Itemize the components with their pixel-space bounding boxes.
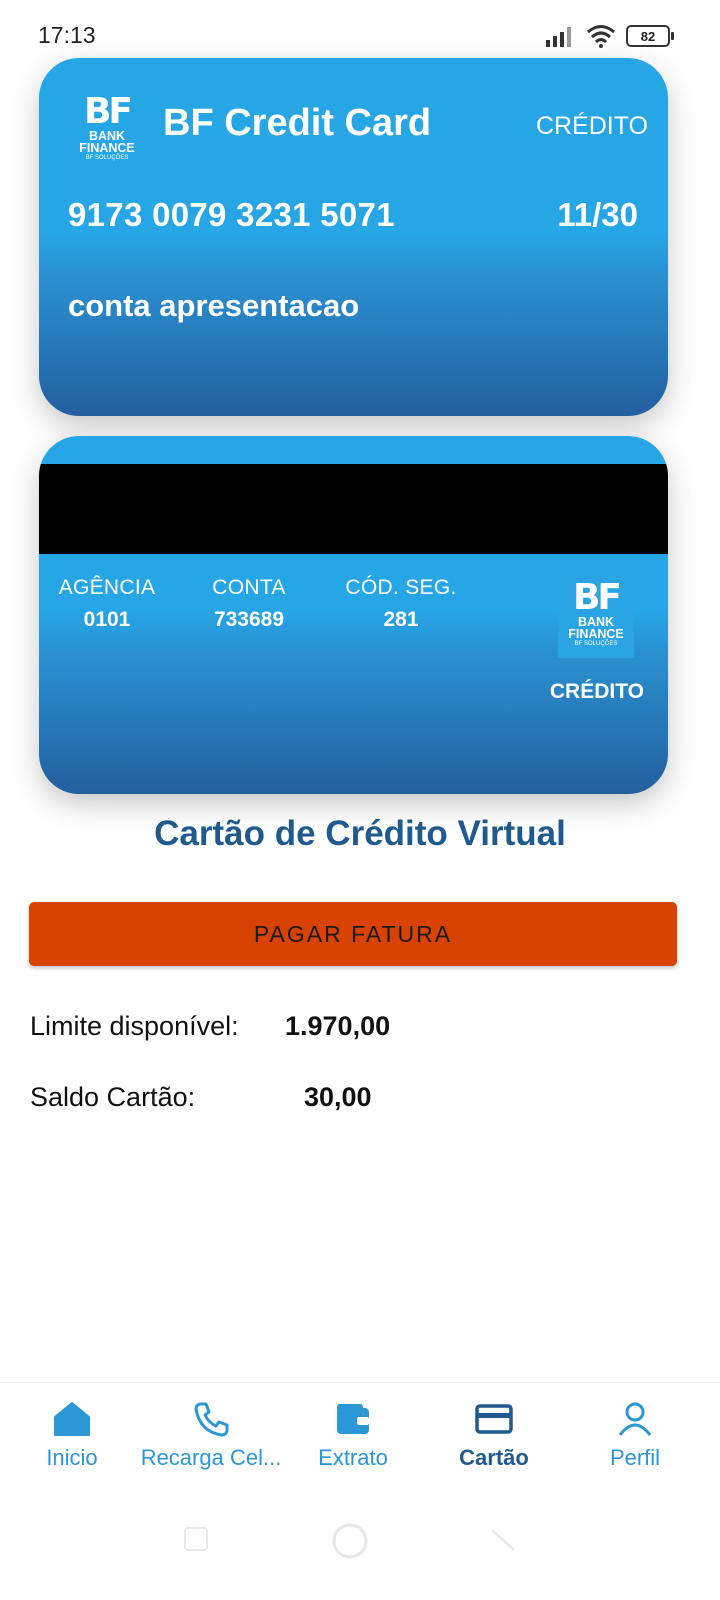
phone-icon (194, 1402, 229, 1437)
card-holder: conta apresentacao (68, 288, 360, 323)
credit-card-icon (475, 1404, 513, 1434)
logo-tagline: BF SOLUÇÕES (574, 641, 618, 647)
back-icon[interactable] (490, 1526, 516, 1557)
system-navigation (0, 1500, 720, 1600)
bank-logo: BF BANK FINANCE BF SOLUÇÕES (79, 94, 135, 162)
conta-label: CONTA (212, 576, 286, 599)
card-expiry: 11/30 (557, 196, 638, 233)
logo-monogram: BF (83, 91, 133, 132)
bottom-navigation: Inicio Recarga Cel... Extrato Cartão Per… (0, 1382, 720, 1493)
nav-label: Extrato (318, 1445, 388, 1470)
security-code-label: CÓD. SEG. (345, 576, 457, 599)
wifi-icon (587, 25, 615, 48)
available-limit-row: Limite disponível: 1.970,00 (30, 1011, 390, 1042)
bank-logo: BF BANK FINANCE BF SOLUÇÕES (558, 576, 634, 658)
logo-name: BANK FINANCE (79, 129, 135, 155)
agencia-label: AGÊNCIA (58, 576, 156, 599)
card-balance-label: Saldo Cartão: (30, 1082, 196, 1112)
status-time: 17:13 (38, 22, 96, 48)
agencia-value: 0101 (83, 608, 131, 631)
security-code-value: 281 (383, 608, 419, 631)
available-limit-label: Limite disponível: (30, 1011, 239, 1041)
wallet-icon (337, 1404, 369, 1434)
card-type: CRÉDITO (549, 680, 644, 703)
card-number: 9173 0079 3231 5071 (68, 196, 395, 233)
nav-item-extrato[interactable]: Extrato (281, 1401, 425, 1471)
nav-item-recarga[interactable]: Recarga Cel... (139, 1401, 283, 1471)
conta-info: CONTA 733689 (199, 576, 299, 632)
signal-icon (546, 27, 571, 47)
card-front[interactable]: BF BANK FINANCE BF SOLUÇÕES BF Credit Ca… (39, 58, 668, 416)
nav-item-perfil[interactable]: Perfil (563, 1401, 707, 1471)
person-icon (618, 1402, 652, 1436)
card-type: CRÉDITO (535, 112, 648, 140)
card-balance-value: 30,00 (304, 1082, 372, 1112)
home-icon (54, 1402, 90, 1436)
card-title: BF Credit Card (163, 102, 432, 144)
nav-item-inicio[interactable]: Inicio (0, 1401, 144, 1471)
battery-icon: 82 (626, 25, 674, 47)
card-back[interactable]: AGÊNCIA 0101 CONTA 733689 CÓD. SEG. 281 … (39, 436, 668, 794)
logo-tagline: BF SOLUÇÕES (85, 155, 129, 161)
battery-level: 82 (640, 28, 656, 44)
recent-apps-icon[interactable] (183, 1526, 209, 1557)
logo-name: BANK FINANCE (568, 615, 624, 641)
nav-item-cartao[interactable]: Cartão (422, 1401, 566, 1471)
security-code-info: CÓD. SEG. 281 (339, 576, 463, 632)
nav-label: Inicio (46, 1445, 98, 1470)
home-button-icon[interactable] (331, 1522, 369, 1565)
nav-label: Cartão (459, 1445, 529, 1470)
logo-monogram: BF (572, 577, 622, 618)
card-balance-row: Saldo Cartão: 30,00 (30, 1082, 372, 1113)
conta-value: 733689 (213, 608, 285, 631)
nav-label: Recarga Cel... (140, 1445, 282, 1470)
agencia-info: AGÊNCIA 0101 (57, 576, 157, 632)
page-title: Cartão de Crédito Virtual (154, 814, 566, 853)
available-limit-value: 1.970,00 (285, 1011, 391, 1041)
pay-invoice-button[interactable]: PAGAR FATURA (29, 902, 677, 966)
status-icons: 82 (546, 22, 674, 50)
nav-label: Perfil (609, 1445, 661, 1470)
magnetic-stripe (39, 464, 668, 554)
